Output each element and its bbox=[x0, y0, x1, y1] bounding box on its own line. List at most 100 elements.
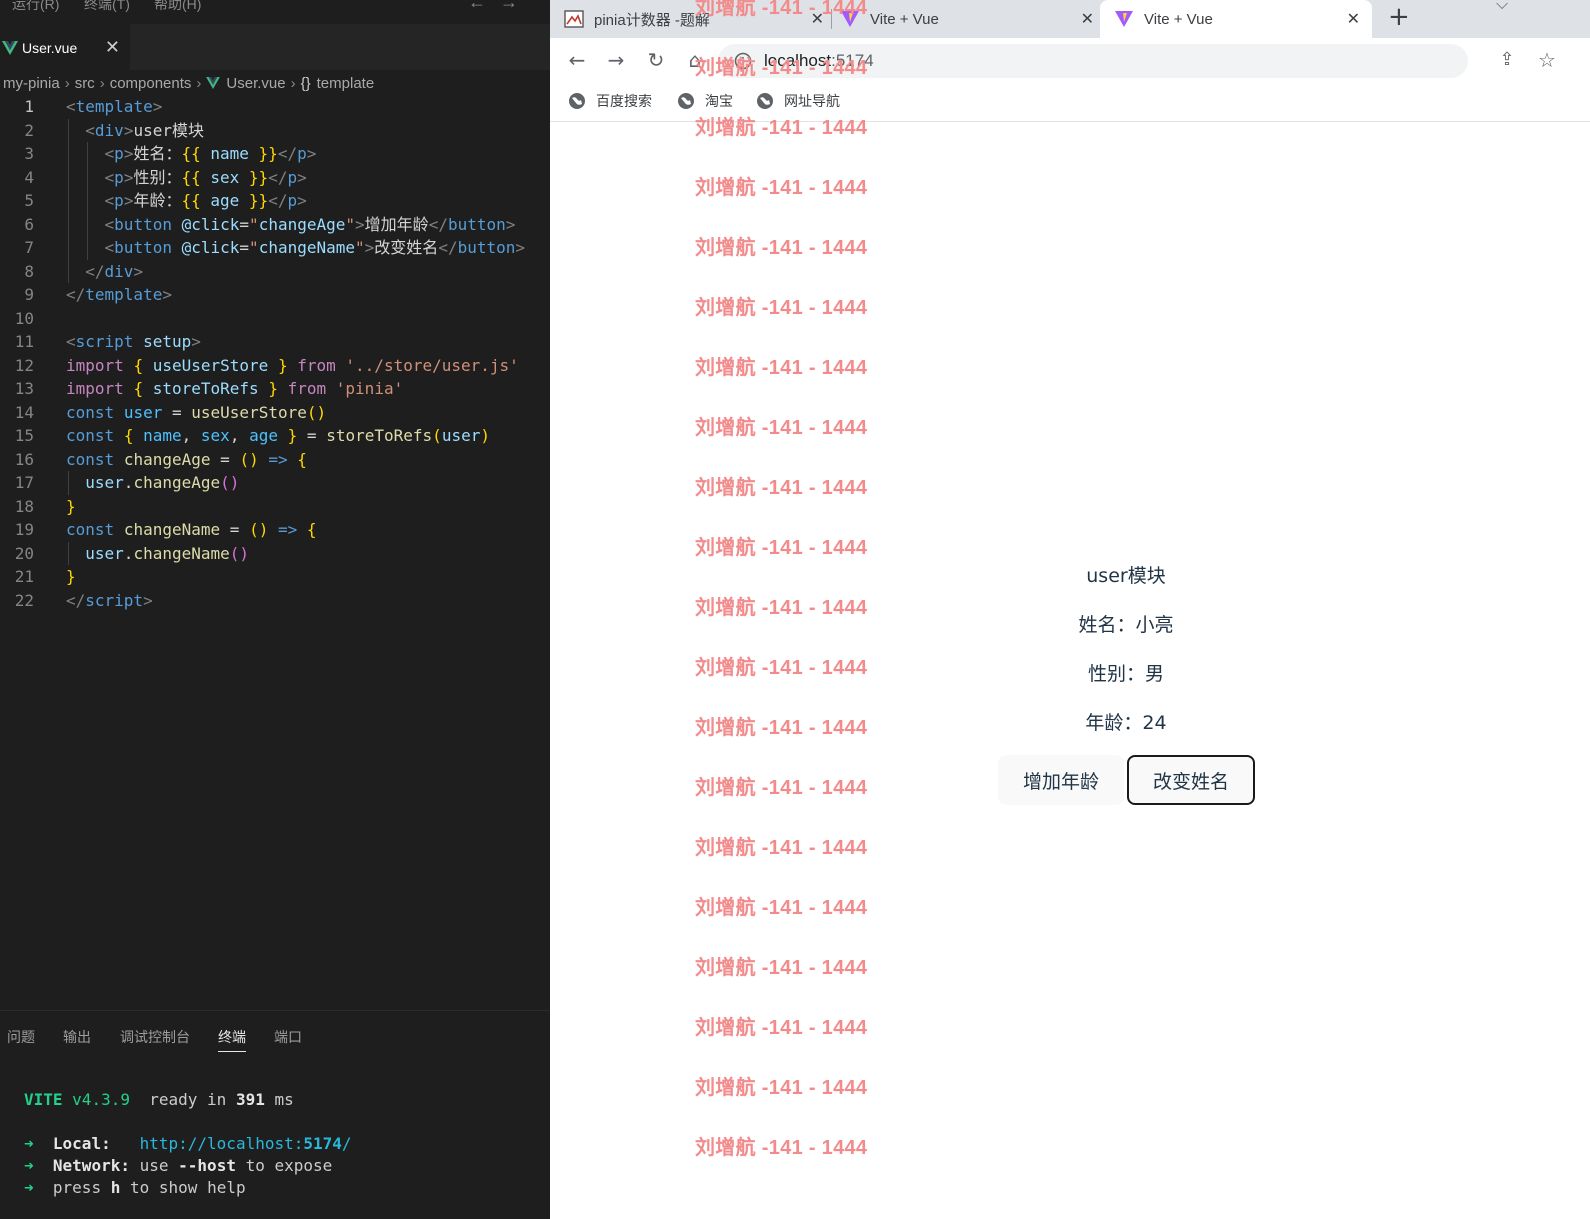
watermark-text: 刘增航 -141 - 1444 bbox=[695, 117, 868, 139]
code-line: 4 <p>性别：{{ sex }}</p> bbox=[0, 165, 550, 189]
bookmark-taobao[interactable]: 淘宝 bbox=[677, 91, 733, 111]
globe-icon bbox=[757, 93, 773, 109]
code-line: 14 const user = useUserStore() bbox=[14, 402, 327, 422]
back-arrow-icon[interactable]: ← bbox=[565, 48, 589, 72]
code-line: 1 <template> bbox=[24, 97, 163, 116]
watermark-text: 刘增航 -141 - 1444 bbox=[695, 957, 868, 979]
watermark-text: 刘增航 -141 - 1444 bbox=[695, 597, 868, 619]
menu-help[interactable]: 帮助(H) bbox=[154, 0, 201, 14]
star-bookmark-icon[interactable]: ☆ bbox=[1535, 48, 1559, 72]
tab-ports[interactable]: 端口 bbox=[274, 1027, 302, 1047]
arrow-right-icon: ➜ bbox=[24, 1156, 34, 1175]
menu-terminal[interactable]: 终端(T) bbox=[84, 0, 130, 14]
code-line: 9 </template> bbox=[24, 285, 172, 304]
code-line: 13 import { storeToRefs } from 'pinia' bbox=[14, 379, 404, 398]
browser-tab-title: Vite + Vue bbox=[1144, 10, 1213, 28]
editor-tab-label: User.vue bbox=[22, 39, 78, 56]
globe-icon bbox=[678, 93, 694, 109]
code-line: 5 <p>年龄：{{ age }}</p> bbox=[0, 189, 550, 213]
breadcrumb-item-file[interactable]: User.vue bbox=[226, 75, 285, 92]
code-line: 15 const { name, sex, age } = storeToRefs… bbox=[14, 426, 490, 445]
breadcrumb: my-pinia › src › components › User.vue ›… bbox=[0, 70, 550, 96]
terminal-line: ➜ Network: use --host to expose bbox=[24, 1156, 333, 1175]
watermark-text: 刘增航 -141 - 1444 bbox=[695, 777, 868, 799]
local-url-link[interactable]: http://localhost:5174/ bbox=[140, 1134, 352, 1153]
terminal-line: ➜ Local: http://localhost:5174/ bbox=[24, 1134, 352, 1153]
terminal-output[interactable]: VITE v4.3.9 ready in 391 ms ➜ Local: htt… bbox=[24, 1089, 352, 1199]
close-icon[interactable]: ✕ bbox=[1081, 9, 1094, 29]
vscode-window: 运行(R) 终端(T) 帮助(H) ← → User.vue ✕ my-pini… bbox=[0, 0, 550, 1219]
code-line: 2 <div>user模块 bbox=[0, 118, 550, 142]
breadcrumb-item-project[interactable]: my-pinia bbox=[3, 75, 60, 92]
code-line: 7 <button @click="changeName">改变姓名</butt… bbox=[0, 236, 550, 260]
close-icon[interactable]: ✕ bbox=[1347, 9, 1360, 29]
watermark-text: 刘增航 -141 - 1444 bbox=[695, 477, 868, 499]
code-line: 12 import { useUserStore } from '../store… bbox=[14, 355, 519, 375]
watermark-text: 刘增航 -141 - 1444 bbox=[695, 1137, 868, 1159]
forward-arrow-icon[interactable]: → bbox=[604, 48, 628, 72]
bottom-panel: 问题 输出 调试控制台 终端 端口 VITE v4.3.9 ready in 3… bbox=[0, 1010, 550, 1219]
vue-file-icon bbox=[2, 40, 18, 55]
watermark-text: 刘增航 -141 - 1444 bbox=[695, 1077, 868, 1099]
code-editor[interactable]: 1 <template> 2 <div>user模块 3 <p>姓名：{{ nam… bbox=[0, 95, 550, 612]
close-icon[interactable]: ✕ bbox=[105, 37, 120, 58]
reload-icon[interactable]: ↻ bbox=[644, 48, 668, 72]
change-name-button[interactable]: 改变姓名 bbox=[1127, 755, 1255, 805]
vite-favicon-icon bbox=[1115, 11, 1133, 27]
browser-tab-title: Vite + Vue bbox=[870, 10, 939, 28]
forward-arrow-icon[interactable]: → bbox=[500, 0, 518, 13]
increase-age-button[interactable]: 增加年龄 bbox=[998, 755, 1124, 805]
watermark-text: 刘增航 -141 - 1444 bbox=[695, 897, 868, 919]
image-favicon-icon bbox=[564, 10, 584, 28]
arrow-right-icon: ➜ bbox=[24, 1178, 34, 1197]
code-line: 3 <p>姓名：{{ name }}</p> bbox=[0, 142, 550, 166]
tab-debug-console[interactable]: 调试控制台 bbox=[120, 1027, 190, 1047]
code-line: 19 const changeName = () => { bbox=[14, 520, 317, 539]
code-line: 6 <button @click="changeAge">增加年龄</butto… bbox=[0, 212, 550, 236]
editor-tab-bar: User.vue ✕ bbox=[0, 24, 550, 70]
chevron-right-icon: › bbox=[99, 74, 105, 92]
tab-output[interactable]: 输出 bbox=[63, 1027, 91, 1047]
breadcrumb-item-src[interactable]: src bbox=[75, 75, 95, 92]
chevron-down-icon[interactable]: ⌵ bbox=[1496, 0, 1508, 14]
browser-tab-vite-2[interactable]: Vite + Vue ✕ bbox=[1100, 0, 1372, 38]
watermark-text: 刘增航 -141 - 1444 bbox=[695, 537, 868, 559]
menu-bar: 运行(R) 终端(T) 帮助(H) ← → bbox=[0, 0, 550, 18]
watermark-text: 刘增航 -141 - 1444 bbox=[695, 357, 868, 379]
panel-tab-bar: 问题 输出 调试控制台 终端 端口 bbox=[0, 1023, 550, 1057]
code-line: 17 user.changeAge() bbox=[0, 471, 550, 495]
terminal-line: ➜ press h to show help bbox=[24, 1178, 246, 1197]
breadcrumb-item-symbol[interactable]: template bbox=[317, 75, 375, 92]
breadcrumb-item-components[interactable]: components bbox=[110, 75, 192, 92]
vue-file-icon bbox=[206, 77, 221, 89]
watermark-text: 刘增航 -141 - 1444 bbox=[695, 177, 868, 199]
chevron-right-icon: › bbox=[290, 74, 296, 92]
tab-problems[interactable]: 问题 bbox=[7, 1027, 35, 1047]
braces-icon: {} bbox=[300, 74, 311, 92]
browser-tab-vite-1[interactable]: Vite + Vue ✕ bbox=[840, 0, 1106, 38]
watermark-text: 刘增航 -141 - 1444 bbox=[695, 417, 868, 439]
chevron-right-icon: › bbox=[64, 74, 70, 92]
watermark-text: 刘增航 -141 - 1444 bbox=[695, 297, 868, 319]
code-line: 11 <script setup> bbox=[14, 332, 201, 351]
module-heading: user模块 bbox=[1086, 565, 1166, 587]
globe-icon bbox=[569, 93, 585, 109]
code-line: 10 bbox=[14, 308, 34, 328]
back-arrow-icon[interactable]: ← bbox=[468, 0, 486, 13]
code-line: 20 user.changeName() bbox=[0, 541, 550, 565]
watermark-text: 刘增航 -141 - 1444 bbox=[695, 717, 868, 739]
arrow-right-icon: ➜ bbox=[24, 1134, 34, 1153]
code-line: 8 </div> bbox=[0, 259, 550, 283]
editor-tab-user-vue[interactable]: User.vue ✕ bbox=[0, 24, 130, 70]
chevron-right-icon: › bbox=[196, 74, 202, 92]
watermark-text: 刘增航 -141 - 1444 bbox=[695, 237, 868, 259]
tab-terminal[interactable]: 终端 bbox=[218, 1027, 246, 1052]
watermark-text: 刘增航 -141 - 1444 bbox=[695, 657, 868, 679]
watermark-text: 刘增航 -141 - 1444 bbox=[695, 1017, 868, 1039]
bookmark-baidu[interactable]: 百度搜索 bbox=[568, 91, 652, 111]
share-icon[interactable]: ⇪ bbox=[1495, 48, 1519, 72]
code-line: 16 const changeAge = () => { bbox=[14, 449, 307, 469]
menu-run[interactable]: 运行(R) bbox=[12, 0, 59, 14]
new-tab-plus-icon[interactable]: + bbox=[1388, 2, 1410, 32]
bookmark-nav[interactable]: 网址导航 bbox=[756, 91, 840, 111]
